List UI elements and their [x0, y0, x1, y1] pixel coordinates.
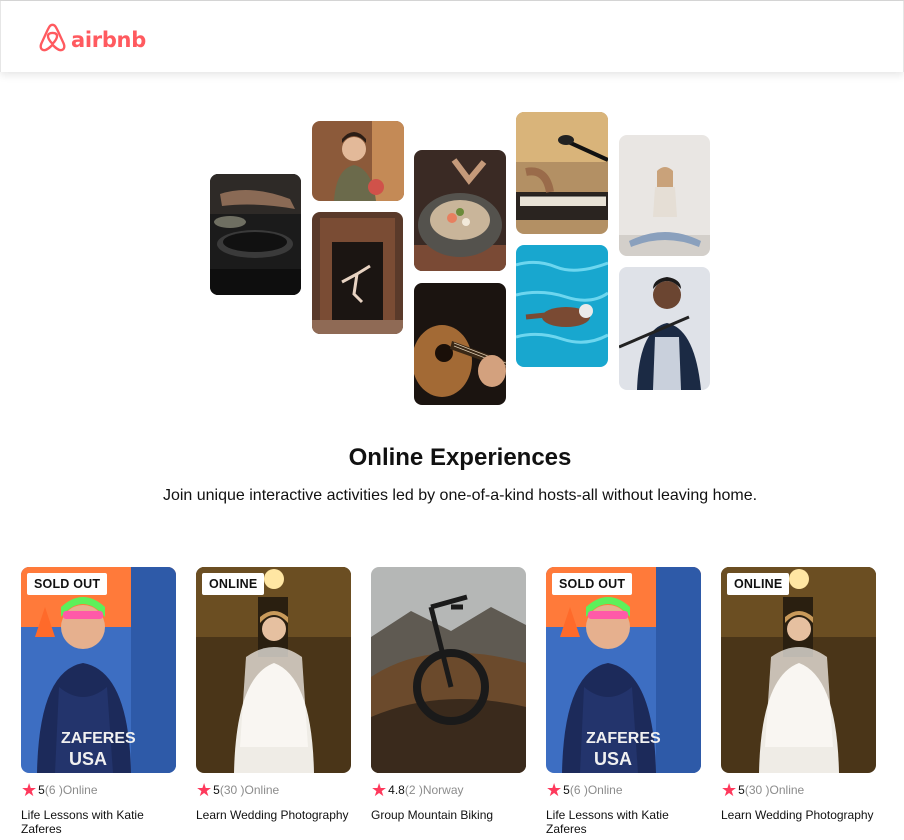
card-location: Online: [769, 783, 805, 797]
card-meta: ★ 5 (6 ) Online: [21, 780, 176, 800]
rating-value: 5: [563, 783, 570, 797]
card-meta: ★ 5 (30 ) Online: [721, 780, 876, 800]
status-badge: ONLINE: [727, 573, 790, 595]
card-meta: ★ 5 (6 ) Online: [546, 780, 701, 800]
card-meta: ★ 5 (30 ) Online: [196, 780, 351, 800]
photo-dancer-doorway: [312, 212, 403, 334]
star-icon: ★: [546, 780, 563, 800]
logo-link[interactable]: airbnb: [38, 22, 146, 58]
photo-cooking-pans: [210, 174, 301, 295]
svg-text:ZAFERES: ZAFERES: [586, 730, 661, 747]
rating-value: 5: [38, 783, 45, 797]
navbar: airbnb: [0, 1, 904, 72]
photo-piano-microphone: [516, 112, 608, 234]
star-icon: ★: [371, 780, 388, 800]
status-badge: SOLD OUT: [27, 573, 108, 595]
svg-text:USA: USA: [594, 749, 632, 769]
review-count: (2 ): [404, 783, 423, 797]
card-image: [371, 567, 526, 773]
svg-text:USA: USA: [69, 749, 107, 769]
card-image: ZAFERES USA SOLD OUT: [546, 567, 701, 773]
card-image: ONLINE: [196, 567, 351, 773]
rating-value: 5: [213, 783, 220, 797]
photo-yoga: [619, 135, 710, 256]
card-title: Learn Wedding Photography: [721, 808, 874, 822]
experience-card[interactable]: ★ 4.8 (2 ) Norway Group Mountain Biking: [371, 567, 526, 822]
svg-text:ZAFERES: ZAFERES: [61, 730, 136, 747]
experience-card[interactable]: ZAFERES USA SOLD OUT ★ 5 (6 ) Online Lif…: [21, 567, 176, 836]
star-icon: ★: [721, 780, 738, 800]
card-title: Life Lessons with Katie Zaferes: [21, 808, 144, 836]
review-count: (6 ): [569, 783, 588, 797]
card-location: Online: [587, 783, 623, 797]
photo-cooking-host: [312, 121, 404, 201]
card-title: Learn Wedding Photography: [196, 808, 349, 822]
card-title: Group Mountain Biking: [371, 808, 494, 822]
review-count: (30 ): [744, 783, 770, 797]
review-count: (6 ): [44, 783, 63, 797]
review-count: (30 ): [219, 783, 245, 797]
rating-value: 5: [738, 783, 745, 797]
experience-card[interactable]: ONLINE ★ 5 (30 ) Online Learn Wedding Ph…: [196, 567, 351, 822]
star-icon: ★: [21, 780, 38, 800]
airbnb-logo-icon: [38, 22, 67, 58]
star-icon: ★: [196, 780, 213, 800]
brand-name: airbnb: [71, 28, 146, 52]
rating-value: 4.8: [388, 783, 405, 797]
page-subtitle: Join unique interactive activities led b…: [162, 487, 758, 504]
card-image: ZAFERES USA SOLD OUT: [21, 567, 176, 773]
photo-guitar: [414, 283, 506, 405]
photo-food-bowl: [414, 150, 506, 271]
status-badge: SOLD OUT: [552, 573, 633, 595]
card-title: Life Lessons with Katie Zaferes: [546, 808, 669, 836]
photo-singer: [619, 267, 710, 390]
card-meta: ★ 4.8 (2 ) Norway: [371, 780, 526, 800]
experience-card[interactable]: ONLINE ★ 5 (30 ) Online Learn Wedding Ph…: [721, 567, 876, 822]
experience-card[interactable]: ZAFERES USA SOLD OUT ★ 5 (6 ) Online Lif…: [546, 567, 701, 836]
card-location: Online: [244, 783, 280, 797]
card-location: Norway: [422, 783, 464, 797]
card-image: ONLINE: [721, 567, 876, 773]
page-title: Online Experiences: [348, 444, 572, 471]
photo-swimmer: [516, 245, 608, 367]
card-location: Online: [62, 783, 98, 797]
status-badge: ONLINE: [202, 573, 265, 595]
